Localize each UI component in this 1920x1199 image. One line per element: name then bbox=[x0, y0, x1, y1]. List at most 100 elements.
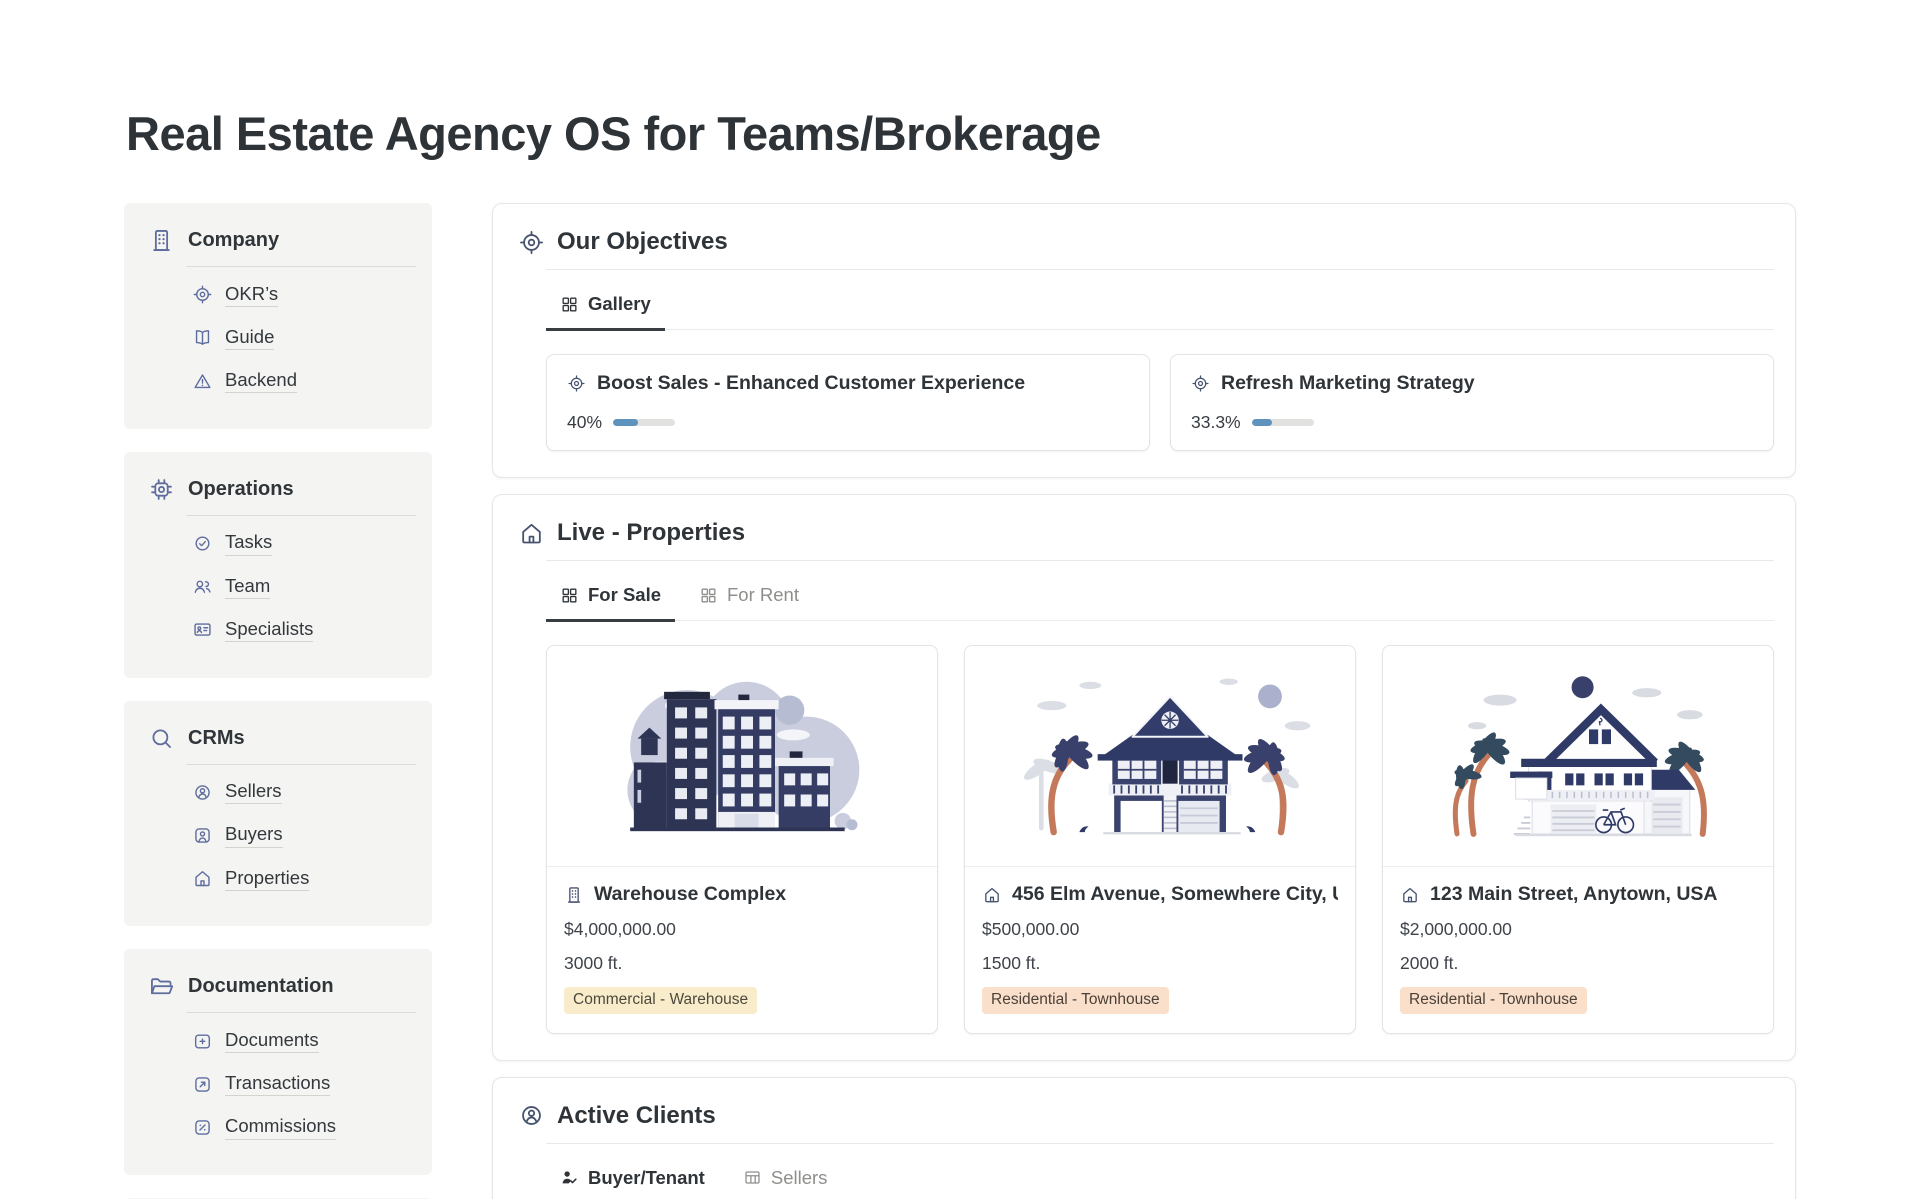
check-circle-icon bbox=[192, 533, 213, 554]
sidebar-item-label: Transactions bbox=[225, 1072, 330, 1096]
tab-gallery[interactable]: Gallery bbox=[546, 285, 665, 331]
property-area: 2000 ft. bbox=[1400, 953, 1756, 974]
person-circle-icon bbox=[192, 782, 213, 803]
sidebar-item-label: Commissions bbox=[225, 1115, 336, 1139]
target-icon bbox=[518, 229, 545, 256]
sidebar-section-title: Documentation bbox=[188, 975, 334, 998]
home-icon bbox=[1400, 885, 1420, 905]
property-price: $2,000,000.00 bbox=[1400, 919, 1756, 940]
property-tag: Commercial - Warehouse bbox=[564, 987, 757, 1014]
sidebar-item-documents[interactable]: Documents bbox=[192, 1019, 416, 1062]
objective-percent: 33.3% bbox=[1191, 412, 1241, 433]
objective-title: Boost Sales - Enhanced Customer Experien… bbox=[597, 372, 1025, 395]
folder-plus-icon bbox=[192, 1031, 213, 1052]
table-icon bbox=[743, 1168, 762, 1187]
people-icon bbox=[192, 576, 213, 597]
sidebar-item-commissions[interactable]: Commissions bbox=[192, 1106, 416, 1149]
property-card[interactable]: Warehouse Complex $4,000,000.00 3000 ft.… bbox=[546, 645, 938, 1034]
sidebar-item-label: Tasks bbox=[225, 531, 272, 555]
sidebar-item-team[interactable]: Team bbox=[192, 565, 416, 608]
section-heading: Active Clients bbox=[557, 1102, 716, 1130]
objective-card[interactable]: Refresh Marketing Strategy 33.3% bbox=[1170, 354, 1774, 451]
app-canvas: Real Estate Agency OS for Teams/Brokerag… bbox=[0, 0, 1920, 1199]
target-icon bbox=[1191, 374, 1210, 393]
property-illustration-city bbox=[547, 646, 937, 867]
gallery-grid-icon bbox=[699, 586, 718, 605]
tab-label: Gallery bbox=[588, 293, 651, 315]
warning-triangle-icon bbox=[192, 371, 213, 392]
section-our-objectives: Our Objectives Gallery bbox=[492, 203, 1796, 478]
property-illustration-navy-beach-house bbox=[965, 646, 1355, 867]
tab-for-sale[interactable]: For Sale bbox=[546, 576, 675, 622]
objective-percent: 40% bbox=[567, 412, 602, 433]
property-tag: Residential - Townhouse bbox=[1400, 987, 1587, 1014]
target-icon bbox=[192, 284, 213, 305]
property-area: 3000 ft. bbox=[564, 953, 920, 974]
property-area: 1500 ft. bbox=[982, 953, 1338, 974]
tab-for-rent[interactable]: For Rent bbox=[685, 576, 813, 622]
sidebar-section-documentation: Documentation Documents Transactions bbox=[124, 949, 432, 1175]
tab-label: For Rent bbox=[727, 584, 799, 606]
sidebar-item-label: Properties bbox=[225, 867, 309, 891]
person-circle-icon bbox=[518, 1102, 545, 1129]
id-card-icon bbox=[192, 619, 213, 640]
sidebar-section-operations: Operations Tasks Team bbox=[124, 452, 432, 678]
sidebar-item-label: Documents bbox=[225, 1029, 319, 1053]
sidebar-section-company: Company OKR’s Guide bbox=[124, 203, 432, 429]
sidebar-item-label: Team bbox=[225, 575, 270, 599]
property-card[interactable]: 456 Elm Avenue, Somewhere City, USA $500… bbox=[964, 645, 1356, 1034]
main-content: Our Objectives Gallery bbox=[492, 203, 1796, 1199]
tab-label: For Sale bbox=[588, 584, 661, 606]
property-card[interactable]: 123 Main Street, Anytown, USA $2,000,000… bbox=[1382, 645, 1774, 1034]
target-icon bbox=[567, 374, 586, 393]
page-title: Real Estate Agency OS for Teams/Brokerag… bbox=[126, 106, 1796, 161]
clients-tabs: Buyer/Tenant Sellers bbox=[546, 1144, 1774, 1199]
progress-bar bbox=[1252, 419, 1314, 426]
sidebar-item-label: OKR’s bbox=[225, 283, 278, 307]
sidebar-item-label: Buyers bbox=[225, 823, 283, 847]
section-heading: Our Objectives bbox=[557, 228, 728, 256]
sidebar-item-guide[interactable]: Guide bbox=[192, 316, 416, 359]
tab-label: Sellers bbox=[771, 1167, 828, 1189]
sidebar-item-label: Specialists bbox=[225, 618, 313, 642]
sidebar-item-backend[interactable]: Backend bbox=[192, 360, 416, 403]
sidebar-section-crms: CRMs Sellers Buyers bbox=[124, 701, 432, 927]
sidebar-item-sellers[interactable]: Sellers bbox=[192, 771, 416, 814]
building-icon bbox=[148, 227, 175, 254]
person-square-icon bbox=[192, 825, 213, 846]
chip-icon bbox=[148, 476, 175, 503]
objective-title: Refresh Marketing Strategy bbox=[1221, 372, 1475, 395]
property-title: 456 Elm Avenue, Somewhere City, USA bbox=[1012, 883, 1338, 906]
objectives-tabs: Gallery bbox=[546, 270, 1774, 330]
sidebar-item-specialists[interactable]: Specialists bbox=[192, 608, 416, 651]
property-title: 123 Main Street, Anytown, USA bbox=[1430, 883, 1718, 906]
tab-buyer-tenant[interactable]: Buyer/Tenant bbox=[546, 1159, 719, 1199]
sidebar-item-label: Guide bbox=[225, 326, 274, 350]
home-icon bbox=[518, 520, 545, 547]
sidebar-section-title: Operations bbox=[188, 478, 294, 501]
building-icon bbox=[564, 885, 584, 905]
sidebar-item-properties[interactable]: Properties bbox=[192, 857, 416, 900]
progress-bar bbox=[613, 419, 675, 426]
property-price: $500,000.00 bbox=[982, 919, 1338, 940]
sidebar-item-label: Backend bbox=[225, 369, 297, 393]
sidebar-item-buyers[interactable]: Buyers bbox=[192, 814, 416, 857]
sidebar-section-title: CRMs bbox=[188, 727, 245, 750]
sidebar-item-tasks[interactable]: Tasks bbox=[192, 522, 416, 565]
objective-card[interactable]: Boost Sales - Enhanced Customer Experien… bbox=[546, 354, 1150, 451]
square-percent-icon bbox=[192, 1117, 213, 1138]
square-arrow-icon bbox=[192, 1074, 213, 1095]
divider bbox=[186, 515, 416, 516]
divider bbox=[186, 764, 416, 765]
folder-icon bbox=[148, 973, 175, 1000]
sidebar-item-transactions[interactable]: Transactions bbox=[192, 1063, 416, 1106]
gallery-grid-icon bbox=[560, 295, 579, 314]
property-price: $4,000,000.00 bbox=[564, 919, 920, 940]
home-icon bbox=[192, 868, 213, 889]
sidebar-item-okrs[interactable]: OKR’s bbox=[192, 273, 416, 316]
tab-label: Buyer/Tenant bbox=[588, 1167, 705, 1189]
section-live-properties: Live - Properties For Sale For Rent bbox=[492, 494, 1796, 1061]
tab-sellers[interactable]: Sellers bbox=[729, 1159, 842, 1199]
open-book-icon bbox=[192, 327, 213, 348]
property-title: Warehouse Complex bbox=[594, 883, 786, 906]
